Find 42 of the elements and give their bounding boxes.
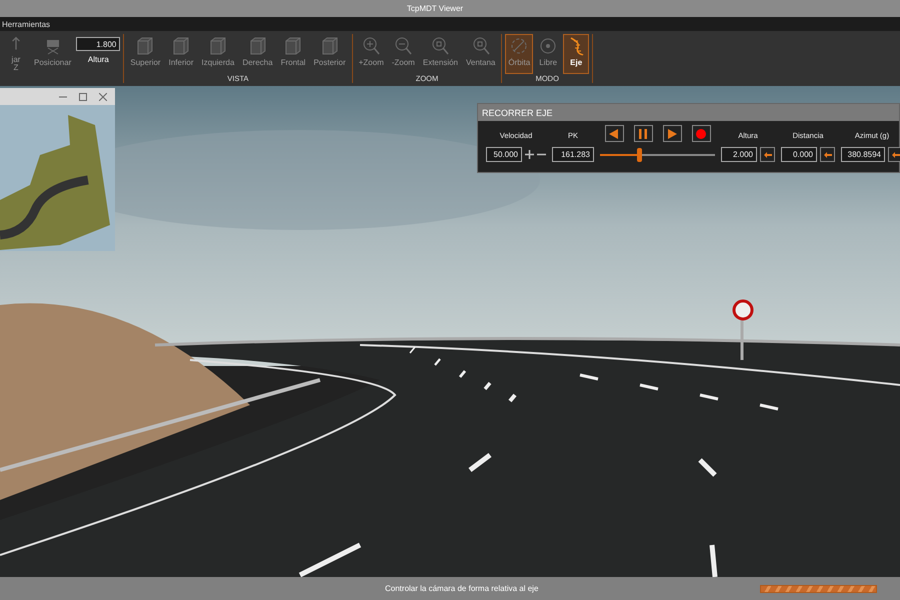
cube-icon [283, 36, 304, 56]
window-title: TcpMDT Viewer [406, 4, 464, 13]
pick-button[interactable] [888, 147, 900, 162]
previous-icon [609, 128, 619, 138]
mode-button[interactable]: Eje [563, 34, 590, 74]
height-field[interactable]: 1.800 [76, 37, 120, 51]
orbit-icon [509, 36, 530, 56]
cube-icon [248, 36, 268, 56]
previous-button[interactable] [604, 125, 624, 142]
zoom-in-icon [361, 36, 382, 56]
pick-button[interactable] [760, 147, 775, 162]
slider-thumb[interactable] [637, 148, 642, 162]
cube-icon [171, 36, 192, 56]
value-field[interactable]: 0.000 [781, 147, 817, 162]
value-field[interactable]: 380.8594 [841, 147, 885, 162]
pause-button[interactable] [634, 125, 652, 142]
arrow-icon [764, 152, 772, 158]
cube-icon [135, 36, 156, 56]
station-field[interactable]: 161.283 [552, 147, 594, 162]
pick-button[interactable] [820, 147, 835, 162]
menu-item[interactable]: Herramientas [0, 20, 52, 28]
value-field[interactable]: 2.000 [721, 147, 757, 162]
cube-icon [320, 36, 340, 56]
next-button[interactable] [662, 125, 682, 142]
zoom-window-icon [470, 36, 491, 56]
panel-title: RECORRER EJE [482, 108, 553, 118]
plus-icon[interactable] [525, 150, 534, 159]
target-icon [538, 36, 558, 56]
record-icon [696, 128, 706, 138]
play-icon [667, 128, 677, 138]
arrow-icon [824, 152, 832, 158]
close-icon[interactable] [99, 92, 107, 100]
record-button[interactable] [692, 125, 710, 142]
maximize-icon[interactable] [79, 92, 87, 100]
zoom-extent-icon [430, 36, 450, 56]
speed-field[interactable]: 50.000 [486, 147, 522, 162]
arrow-icon [892, 152, 900, 158]
cube-icon [208, 36, 228, 56]
pause-icon [638, 128, 648, 138]
zoom-out-icon [393, 36, 414, 56]
field-label: Altura [88, 55, 109, 64]
status-message: Controlar la cámara de forma relativa al eje [385, 584, 538, 593]
